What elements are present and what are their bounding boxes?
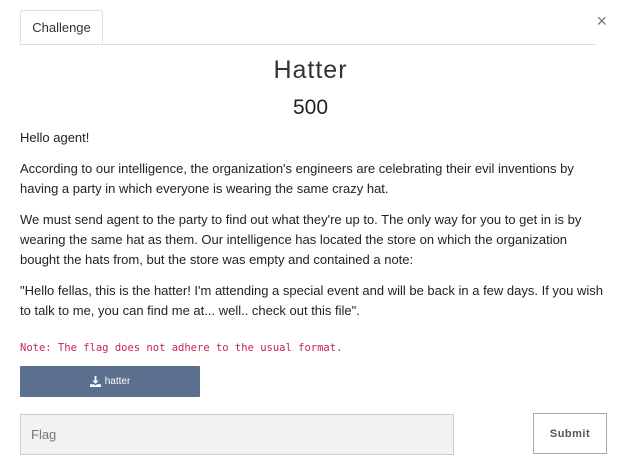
download-file-label: hatter	[104, 376, 131, 387]
challenge-points: 500	[292, 96, 329, 119]
tab-bar: Challenge	[20, 10, 595, 45]
description-paragraph: Hello agent!	[20, 130, 90, 145]
close-icon[interactable]: ×	[596, 10, 607, 32]
tab-challenge-label: Challenge	[32, 19, 91, 35]
download-file-button[interactable]: hatter	[20, 366, 200, 397]
flag-input[interactable]	[20, 414, 454, 455]
description-paragraph: We must send agent to the party to find …	[20, 212, 582, 267]
submit-button[interactable]: Submit	[533, 413, 607, 454]
tab-challenge[interactable]: Challenge	[20, 10, 103, 44]
challenge-title: Hatter	[273, 56, 348, 84]
description-paragraph: "Hello fellas, this is the hatter! I'm a…	[20, 283, 604, 318]
description-paragraph: According to our intelligence, the organ…	[20, 161, 574, 196]
challenge-note: Note: The flag does not adhere to the us…	[20, 342, 343, 354]
challenge-description: Hello agent! According to our intelligen…	[20, 128, 610, 369]
download-icon	[89, 376, 101, 387]
